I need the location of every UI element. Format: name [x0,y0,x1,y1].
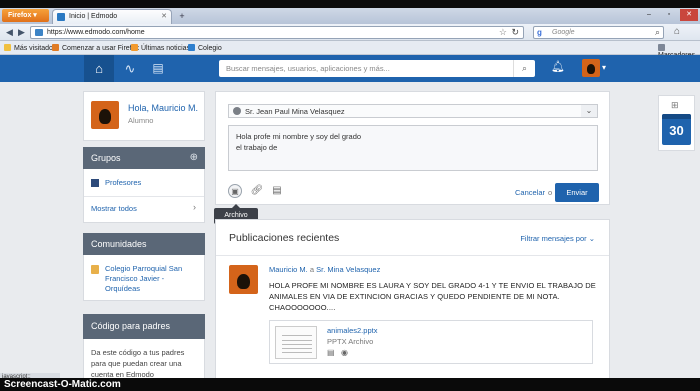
group-item-profesores[interactable]: Profesores [105,178,141,187]
bookmark-star-icon[interactable]: ☆ [499,27,507,38]
feed-title: Publicaciones recientes [229,232,340,244]
page-icon [188,44,195,51]
firefox-menu-button[interactable]: Firefox ▾ [2,9,49,22]
forward-arrow-icon[interactable]: ▶ [15,26,28,39]
site-identity-icon [35,29,43,36]
home-icon[interactable]: ⌂ [84,55,114,82]
app-search-input[interactable]: Buscar mensajes, usuarios, aplicaciones … [219,60,535,77]
attachment-type: PPTX Archivo [327,337,374,346]
avatar[interactable] [229,265,258,294]
group-color-icon [91,179,99,187]
divider [84,196,204,197]
tab-close-icon[interactable]: ✕ [161,12,167,20]
send-button[interactable]: Enviar [555,183,599,202]
eye-icon[interactable]: ◉ [341,348,348,357]
add-group-icon[interactable]: ⊕ [190,147,198,169]
user-icon [233,107,241,115]
attachment-name[interactable]: animales2.pptx [327,326,377,335]
app-header: ⌂ ∿ ▤ Buscar mensajes, usuarios, aplicac… [0,55,700,82]
new-tab-button[interactable]: + [176,11,188,22]
file-attach-icon[interactable]: ▣ [228,184,242,198]
profile-name[interactable]: Hola, Mauricio M. [128,103,198,113]
cancel-link[interactable]: Cancelar [515,188,545,197]
parent-code-panel: Da este código a tus padres para que pue… [83,339,205,378]
groups-panel: Profesores Mostrar todos › [83,169,205,223]
library-icon[interactable]: ▤ [146,55,170,82]
browser-tab[interactable]: Inicio | Edmodo ✕ [52,9,172,24]
link-icon[interactable]: 🔗︎ [250,184,264,198]
bookmark-item[interactable]: Últimas noticias [131,44,190,52]
attachment-card[interactable]: animales2.pptx PPTX Archivo ▤ ◉ [269,320,593,364]
browser-search-box[interactable]: g Google ⌕ [533,26,664,39]
profile-role: Alumno [128,116,154,125]
right-widget: ⊞ 30 [658,95,695,151]
library-icon[interactable]: ▤ [327,348,335,357]
bookmarks-icon [658,44,665,51]
maximize-button[interactable]: ▫ [660,9,678,21]
bookmark-item[interactable]: Comenzar a usar Firefox [52,44,139,52]
reload-icon[interactable]: ↻ [511,27,519,38]
recipient-select[interactable]: Sr. Jean Paul Mina Velasquez ⌄ [228,104,598,118]
community-item[interactable]: Colegio Parroquial San Francisco Javier … [105,264,201,294]
parent-code-text: Da este código a tus padres para que pue… [91,348,185,378]
minimize-button[interactable]: – [640,9,658,21]
avatar[interactable] [582,59,600,77]
home-icon[interactable]: ⌂ [670,26,684,39]
browser-nav-bar: ◀ ▶ https://www.edmodo.com/home ☆ ↻ g Go… [0,24,700,41]
screen-top-band [0,0,700,8]
message-textarea[interactable]: Hola profe mi nombre y soy del grado el … [228,125,598,171]
calendar-icon[interactable]: 30 [662,114,691,145]
filter-posts-dropdown[interactable]: Filtrar mensajes por ⌄ [520,234,595,243]
google-icon: g [537,28,542,37]
school-badge-icon [91,265,99,274]
avatar[interactable] [91,101,119,129]
browser-tab-row: Firefox ▾ Inicio | Edmodo ✕ + – ▫ ✕ [0,8,700,24]
post-recipient-link[interactable]: Sr. Mina Velasquez [316,265,380,274]
divider [216,255,609,256]
search-icon[interactable]: ⌕ [655,27,660,38]
edmodo-favicon-icon [57,13,65,21]
notifications-bell-icon[interactable]: 🔔︎ [551,60,565,73]
chevron-right-icon[interactable]: › [193,202,196,212]
recent-posts-panel: Publicaciones recientes Filtrar mensajes… [215,219,610,378]
post-composer: Sr. Jean Paul Mina Velasquez ⌄ Hola prof… [215,91,610,205]
bookmark-item[interactable]: Colegio [188,44,222,52]
library-icon[interactable]: ▤ [270,184,284,198]
folder-icon [4,44,11,51]
attachment-thumbnail[interactable] [275,326,317,359]
parent-code-header: Código para padres [83,314,205,339]
watermark: Screencast-O-Matic.com [4,379,121,390]
communities-panel: Colegio Parroquial San Francisco Javier … [83,255,205,301]
profile-card: Hola, Mauricio M. Alumno [83,91,205,141]
tab-title: Inicio | Edmodo [69,13,118,20]
communities-header: Comunidades [83,233,205,255]
bookmarks-bar: Más visitados Comenzar a usar Firefox Úl… [0,41,700,59]
or-text: o [548,188,553,197]
apps-grid-icon[interactable]: ⊞ [671,100,679,111]
url-text: https://www.edmodo.com/home [47,29,145,36]
edmodo-app: ⌂ ∿ ▤ Buscar mensajes, usuarios, aplicac… [0,55,700,378]
post-author-link[interactable]: Mauricio M. [269,265,308,274]
rss-icon [131,44,138,51]
url-bar[interactable]: https://www.edmodo.com/home ☆ ↻ [30,26,524,39]
close-window-button[interactable]: ✕ [680,9,698,21]
chevron-down-icon[interactable]: ▾ [602,63,606,72]
search-icon[interactable]: ⌕ [513,60,535,77]
chevron-down-icon[interactable]: ⌄ [581,105,597,117]
groups-header: Grupos ⊕ [83,147,205,169]
bookmark-item[interactable]: Más visitados [4,44,56,52]
post-body: HOLA PROFE MI NOMBRE ES LAURA Y SOY DEL … [269,281,596,312]
pulse-icon[interactable]: ∿ [118,55,142,82]
firefox-icon [52,44,59,51]
show-all-groups-link[interactable]: Mostrar todos [91,204,137,213]
post-header: Mauricio M. a Sr. Mina Velasquez [269,265,381,274]
